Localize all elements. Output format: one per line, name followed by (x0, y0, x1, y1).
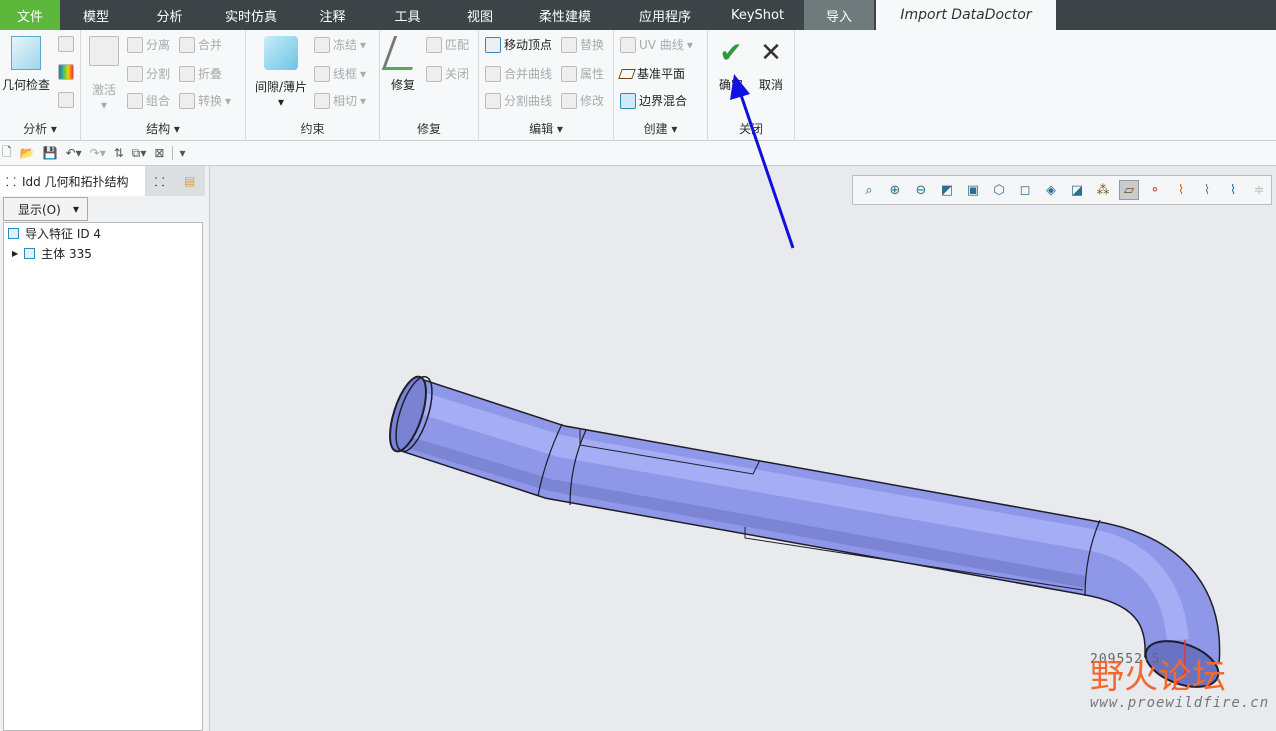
pipe-model (389, 375, 1221, 691)
annotation-arrow (730, 74, 795, 249)
model-viewport[interactable] (0, 0, 1276, 731)
watermark: 209552-5 野火论坛 www.proewildfire.cn (1090, 652, 1270, 711)
